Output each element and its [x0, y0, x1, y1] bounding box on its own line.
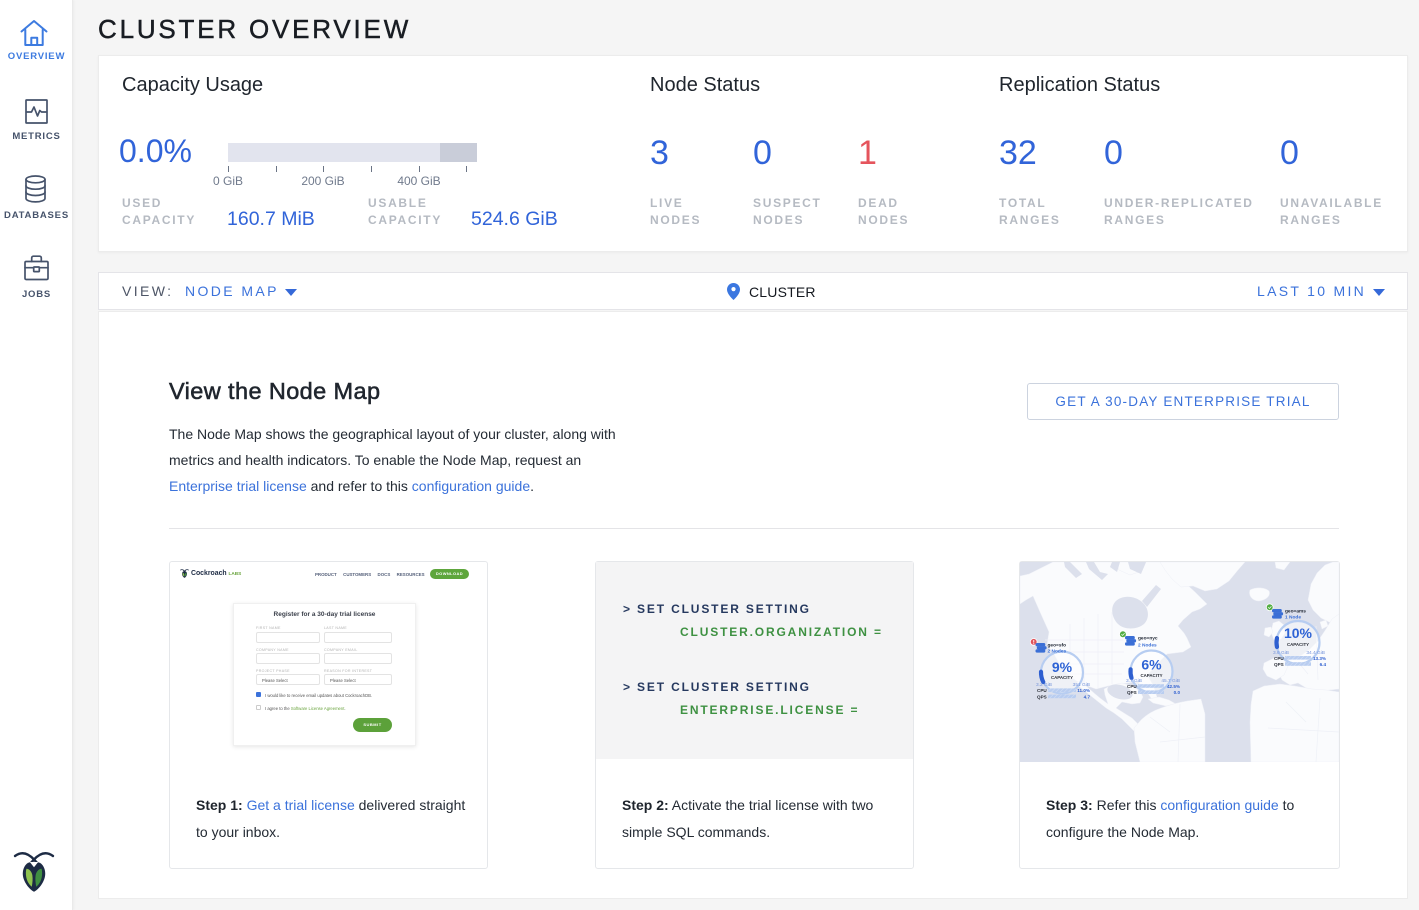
svg-text:0.0: 0.0 [1174, 690, 1181, 695]
svg-text:13.3%: 13.3% [1313, 656, 1326, 661]
svg-text:geo=sfo: geo=sfo [1048, 643, 1067, 649]
svg-text:CAPACITY: CAPACITY [1051, 675, 1073, 680]
svg-text:45.7 GiB: 45.7 GiB [1161, 678, 1180, 684]
svg-text:2 Nodes: 2 Nodes [1138, 642, 1157, 648]
svg-text:6%: 6% [1141, 657, 1162, 673]
svg-text:2 Nodes: 2 Nodes [1048, 649, 1067, 655]
svg-text:CPU: CPU [1037, 688, 1047, 693]
svg-text:QPS: QPS [1127, 690, 1137, 695]
svg-text:4.7: 4.7 [1084, 694, 1091, 699]
svg-text:42.5%: 42.5% [1167, 684, 1180, 689]
svg-text:351 GiB: 351 GiB [1073, 682, 1090, 688]
svg-text:CAPACITY: CAPACITY [1287, 642, 1309, 647]
svg-text:3.2 GiB: 3.2 GiB [1036, 682, 1052, 688]
svg-text:10%: 10% [1284, 625, 1313, 641]
svg-text:CPU: CPU [1274, 656, 1284, 661]
svg-text:6.4: 6.4 [1320, 662, 1327, 667]
svg-text:1 Node: 1 Node [1285, 615, 1301, 621]
svg-text:CPU: CPU [1127, 684, 1137, 689]
svg-text:QPS: QPS [1037, 694, 1047, 699]
svg-text:QPS: QPS [1274, 662, 1284, 667]
svg-text:geo=nyc: geo=nyc [1138, 637, 1158, 642]
svg-text:CAPACITY: CAPACITY [1140, 673, 1162, 678]
svg-text:11.0%: 11.0% [1077, 688, 1090, 693]
svg-text:geo=ams: geo=ams [1285, 610, 1306, 615]
svg-text:3.7 GiB: 3.7 GiB [1126, 678, 1142, 684]
svg-text:9%: 9% [1052, 659, 1073, 675]
